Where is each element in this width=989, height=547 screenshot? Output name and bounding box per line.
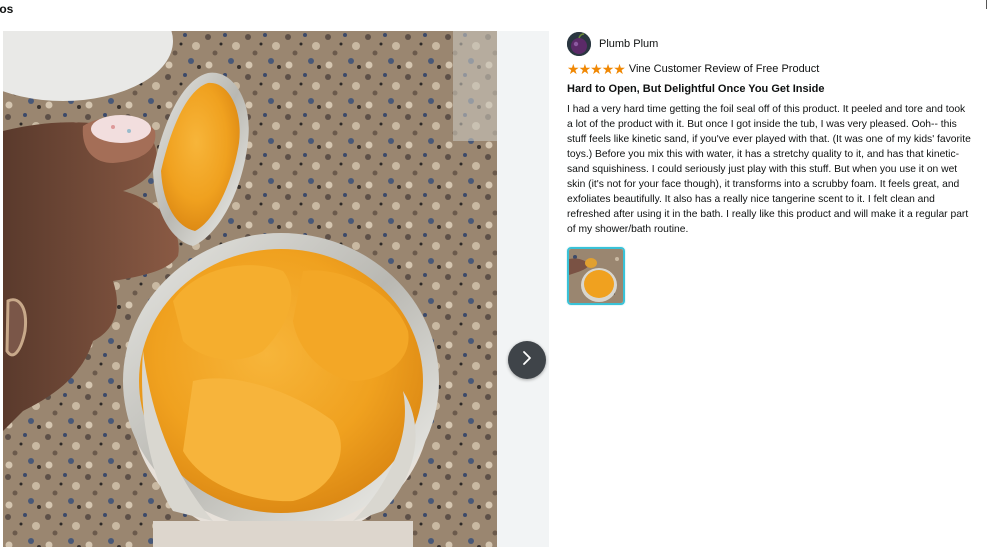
reviewer-name[interactable]: Plumb Plum — [599, 38, 658, 50]
star-icon: ★ — [601, 61, 615, 77]
plum-avatar-icon — [567, 32, 591, 56]
star-icon: ★ — [578, 61, 592, 77]
reviewer-row: Plumb Plum — [567, 31, 977, 57]
product-photo — [3, 31, 497, 547]
star-rating: ★ ★ ★ ★ ★ — [567, 61, 626, 77]
review-title: Hard to Open, But Delightful Once You Ge… — [567, 83, 825, 95]
photo-nav-strip — [497, 31, 549, 547]
scrollbar-edge — [986, 0, 987, 9]
section-title: otos — [0, 2, 14, 16]
vine-label: Vine Customer Review of Free Product — [628, 63, 820, 75]
rating-row: ★ ★ ★ ★ ★ Vine Customer Review of Free P… — [567, 61, 977, 77]
next-photo-button[interactable] — [508, 341, 546, 379]
star-icon: ★ — [613, 61, 626, 77]
star-icon: ★ — [567, 61, 580, 77]
chevron-right-icon — [520, 350, 534, 371]
review-body: I had a very hard time getting the foil … — [567, 104, 971, 235]
star-icon: ★ — [590, 61, 603, 77]
review-image-thumbnail[interactable] — [567, 247, 625, 305]
review-image-modal: otos — [0, 0, 989, 547]
review-panel: Plumb Plum ★ ★ ★ ★ ★ Vine Customer Revie… — [567, 31, 977, 305]
